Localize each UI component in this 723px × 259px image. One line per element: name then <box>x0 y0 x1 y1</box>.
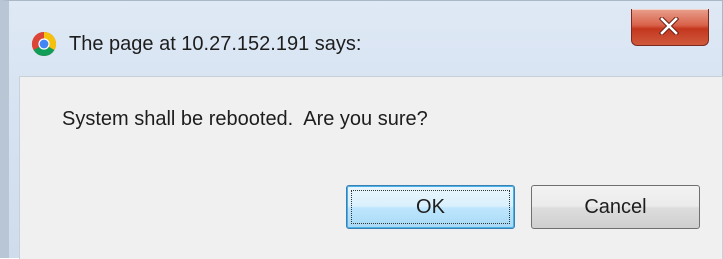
dialog-message: System shall be rebooted. Are you sure? <box>62 108 428 130</box>
cancel-button[interactable]: Cancel <box>531 185 700 229</box>
close-icon <box>659 17 679 35</box>
alert-dialog: The page at 10.27.152.191 says: System s… <box>0 0 723 259</box>
close-button[interactable] <box>631 9 709 46</box>
ok-button-label: OK <box>416 196 445 218</box>
dialog-body: System shall be rebooted. Are you sure? … <box>19 76 723 259</box>
cancel-button-label: Cancel <box>584 196 647 218</box>
dialog-titlebar[interactable]: The page at 10.27.152.191 says: <box>9 1 722 71</box>
dialog-title: The page at 10.27.152.191 says: <box>69 33 362 55</box>
ok-button[interactable]: OK <box>346 185 515 229</box>
chrome-icon <box>31 31 57 57</box>
